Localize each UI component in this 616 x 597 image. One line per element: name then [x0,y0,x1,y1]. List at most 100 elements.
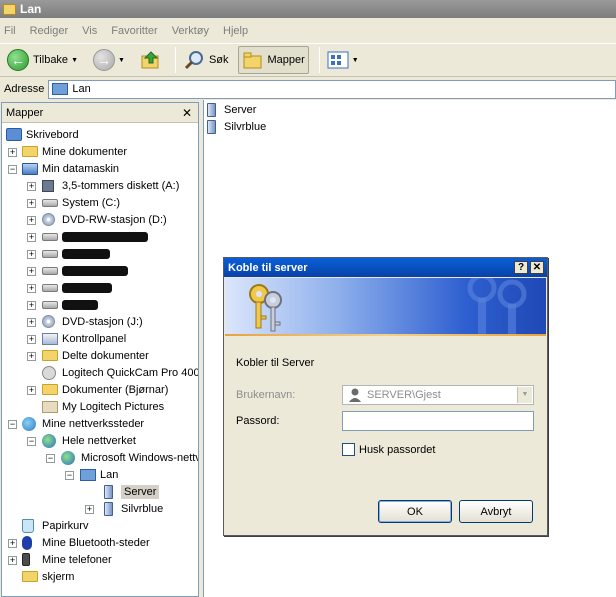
tree-item-label: System (C:) [62,196,121,209]
expand-icon[interactable]: + [27,301,36,310]
tree-item-logitech-quickcam[interactable]: Logitech QuickCam Pro 4000 [42,364,198,381]
tree-item-redacted-drive[interactable] [42,296,98,313]
tree-item-dvdrw[interactable]: DVD-RW-stasjon (D:) [42,211,167,228]
menu-favorites[interactable]: Favoritter [111,25,157,37]
expand-icon[interactable]: + [27,250,36,259]
close-pane-icon[interactable]: ✕ [182,106,192,120]
up-button[interactable] [137,46,165,74]
menu-view[interactable]: Vis [82,25,97,37]
network-places-icon [22,416,36,431]
expand-icon[interactable]: + [8,556,17,565]
forward-dropdown-icon[interactable]: ▼ [118,57,125,64]
computer-icon [22,162,38,175]
cd-drive-icon [42,315,55,328]
connect-dialog: Koble til server ? ✕ Kobler til Server B… [223,257,548,536]
cancel-button[interactable]: Avbryt [459,500,533,523]
expand-icon[interactable]: + [8,148,17,157]
folder-up-icon [141,51,159,69]
tree-item-phones[interactable]: Mine telefoner [22,551,112,568]
expand-icon[interactable]: + [27,335,36,344]
expand-icon[interactable]: + [85,505,94,514]
expand-icon[interactable]: + [27,182,36,191]
content-item-server[interactable]: Server [207,102,256,118]
content-item-silvrblue[interactable]: Silvrblue [207,119,266,135]
address-bar: Adresse Lan [0,78,616,100]
expand-icon[interactable]: + [8,539,17,548]
window-title: Lan [20,2,42,16]
tree-item-whole-network[interactable]: Hele nettverket [42,432,136,449]
tree-item-my-computer[interactable]: Min datamaskin [22,160,119,177]
expand-icon[interactable]: + [27,199,36,208]
back-dropdown-icon[interactable]: ▼ [71,57,78,64]
tree-item-logitech-pictures[interactable]: My Logitech Pictures [42,398,164,415]
expand-icon[interactable]: + [27,352,36,361]
tree-item-bluetooth[interactable]: Mine Bluetooth-steder [22,534,150,551]
desktop-icon [6,128,22,141]
tree-item-label: Server [121,484,160,499]
tree-item-recycle-bin[interactable]: Papirkurv [22,517,88,534]
tree-item-redacted-drive[interactable] [42,245,110,262]
close-button[interactable]: ✕ [530,261,544,274]
forward-button[interactable]: → ▼ [90,46,131,74]
tree-item-label: DVD-RW-stasjon (D:) [62,213,167,226]
collapse-icon[interactable]: − [8,420,17,429]
tree-item-label: Silvrblue [121,502,164,515]
tree-item-redacted-drive[interactable] [42,262,128,279]
tree-item-desktop[interactable]: Skrivebord [6,126,79,143]
hard-drive-icon [42,249,58,258]
username-combobox[interactable]: SERVER\Gjest ▼ [342,385,534,405]
search-icon [184,51,203,70]
tree-item-redacted-drive[interactable] [42,228,148,245]
tree-item-control-panel[interactable]: Kontrollpanel [42,330,126,347]
expand-icon[interactable]: + [27,267,36,276]
help-button[interactable]: ? [514,261,528,274]
tree-item-redacted-drive[interactable] [42,279,112,296]
tree-item-lan[interactable]: Lan [80,466,118,483]
address-input[interactable]: Lan [48,79,616,99]
expand-icon[interactable]: + [27,216,36,225]
ok-button[interactable]: OK [378,500,452,523]
toolbar-separator [174,47,176,73]
search-button[interactable]: Søk [180,46,232,74]
tree-item-floppy[interactable]: 3,5-tommers diskett (A:) [42,177,179,194]
folder-icon [3,3,16,15]
tree-item-label: Dokumenter (Bjørnar) [62,383,169,396]
remember-password-checkbox[interactable] [342,443,355,456]
floppy-icon [42,179,54,192]
menu-file[interactable]: Fil [4,25,16,37]
back-button[interactable]: ← Tilbake ▼ [4,46,84,74]
address-label: Adresse [4,83,45,95]
tree-item-network-places[interactable]: Mine nettverkssteder [22,415,144,432]
expand-icon[interactable]: + [27,386,36,395]
tree-item-server[interactable]: Server [104,483,160,500]
expand-icon[interactable]: + [27,284,36,293]
chevron-down-icon[interactable]: ▼ [517,387,532,403]
tree-item-shared-documents[interactable]: Delte dokumenter [42,347,149,364]
collapse-icon[interactable]: − [65,471,74,480]
folders-button[interactable]: Mapper [237,46,309,74]
tree-item-skjerm[interactable]: skjerm [22,568,74,585]
tree-item-my-documents[interactable]: Mine dokumenter [22,143,127,160]
expand-icon[interactable]: + [27,318,36,327]
expand-icon[interactable]: + [27,233,36,242]
collapse-icon[interactable]: − [8,165,17,174]
folder-icon [42,384,58,395]
dialog-title-bar: Koble til server ? ✕ [224,258,547,277]
tree-item-label: Mine telefoner [42,553,112,566]
menu-tools[interactable]: Verktøy [172,25,209,37]
menu-help[interactable]: Hjelp [223,25,248,37]
tree-item-user-documents[interactable]: Dokumenter (Bjørnar) [42,381,168,398]
cd-drive-icon [42,213,55,226]
collapse-icon[interactable]: − [27,437,36,446]
tree-item-silvrblue[interactable]: Silvrblue [104,500,163,517]
tree-item-ms-windows-network[interactable]: Microsoft Windows-nettv [61,449,198,466]
recycle-bin-icon [22,518,34,533]
tree-item-system-c[interactable]: System (C:) [42,194,120,211]
views-dropdown-icon[interactable]: ▼ [352,57,359,64]
folder-icon [42,350,58,361]
menu-edit[interactable]: Rediger [30,25,69,37]
tree-item-dvd-j[interactable]: DVD-stasjon (J:) [42,313,143,330]
views-button[interactable]: ▼ [324,46,365,74]
collapse-icon[interactable]: − [46,454,55,463]
password-input[interactable] [342,411,534,431]
